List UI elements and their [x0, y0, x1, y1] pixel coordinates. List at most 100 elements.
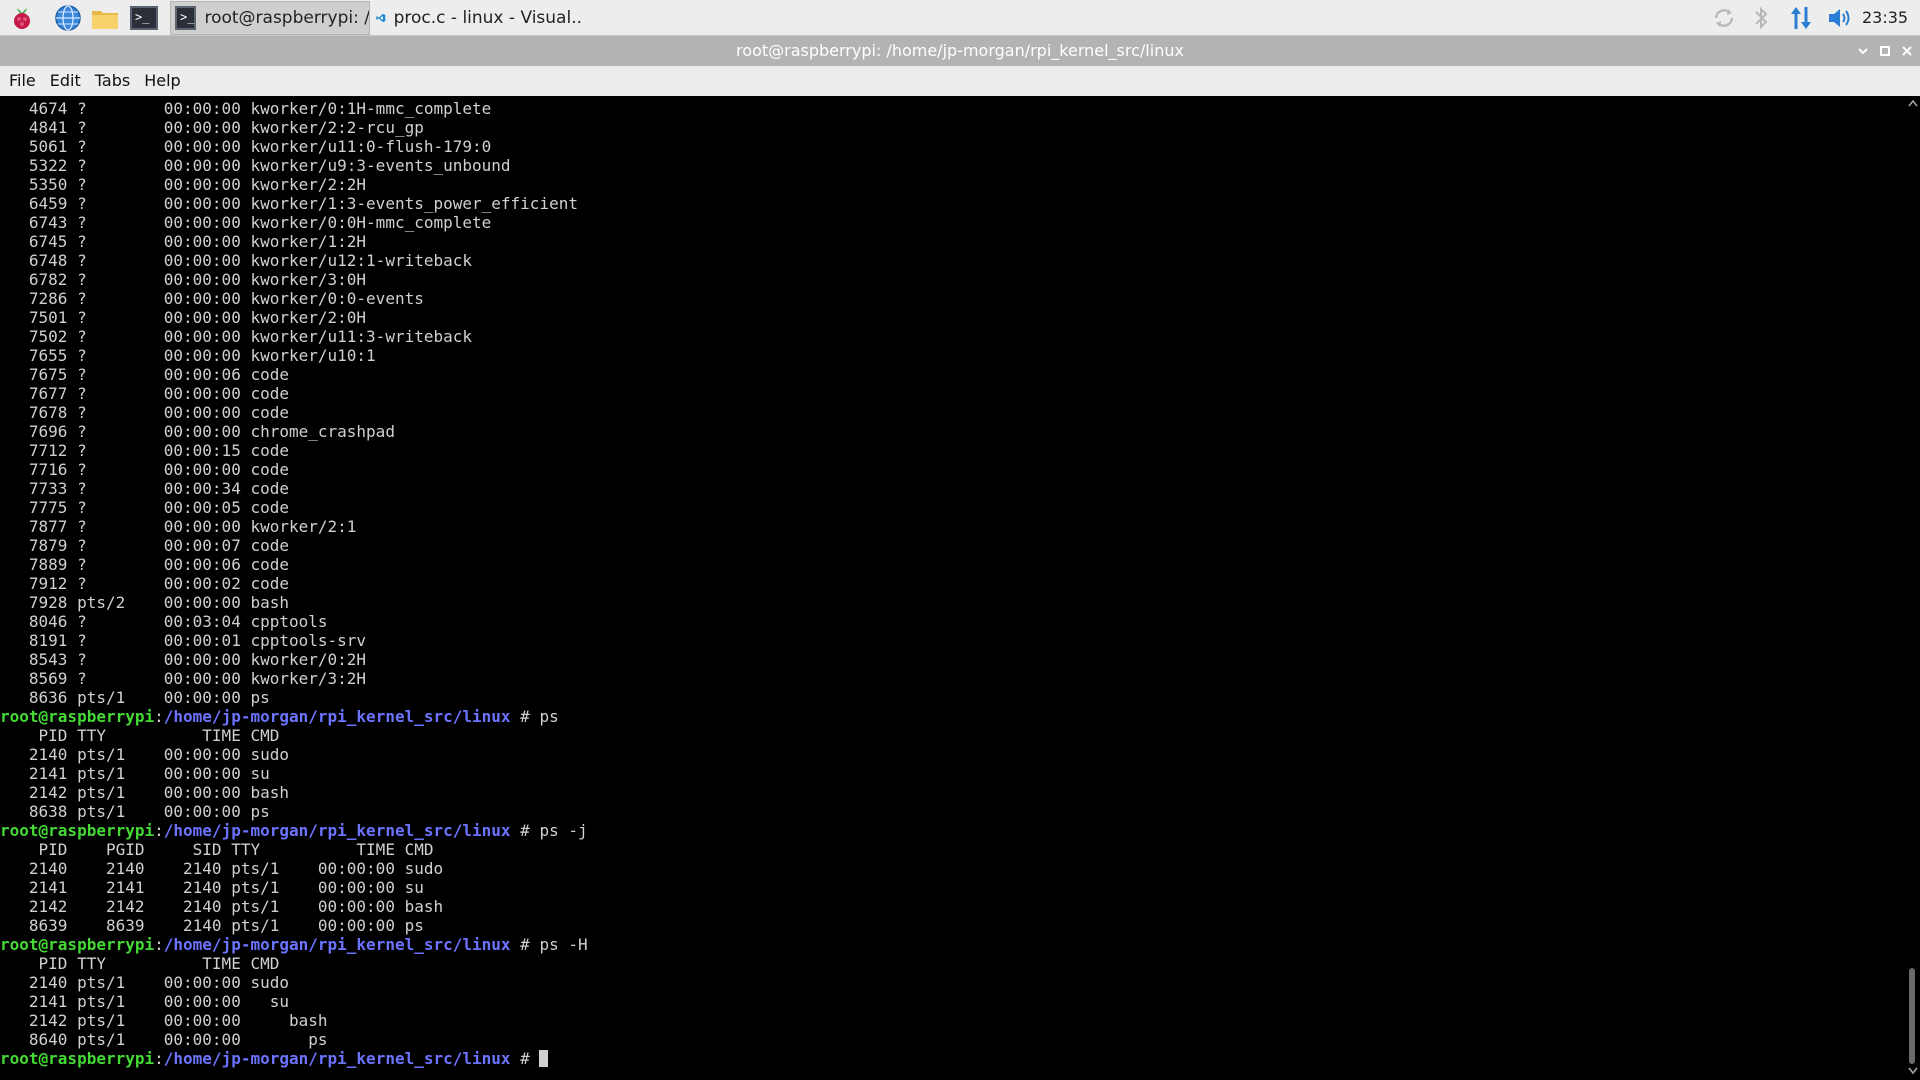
- prompt-symbol: #: [510, 821, 540, 840]
- file-manager-folder-icon[interactable]: [90, 3, 120, 33]
- close-button[interactable]: [1898, 42, 1916, 60]
- menu-bar: File Edit Tabs Help: [0, 66, 1920, 96]
- browser-globe-icon[interactable]: [53, 3, 83, 33]
- output-line: PID TTY TIME CMD: [0, 954, 280, 973]
- window-titlebar[interactable]: root@raspberrypi: /home/jp-morgan/rpi_ke…: [0, 36, 1920, 66]
- output-line: 8543 ? 00:00:00 kworker/0:2H: [0, 650, 367, 669]
- output-line: 7678 ? 00:00:00 code: [0, 403, 289, 422]
- chevron-down-icon: [1908, 1067, 1918, 1075]
- scroll-down-arrow[interactable]: [1906, 1064, 1920, 1078]
- prompt-user: root@raspberrypi: [0, 707, 155, 726]
- terminal-icon: >_: [175, 6, 197, 30]
- prompt-line: root@raspberrypi:/home/jp-morgan/rpi_ker…: [0, 707, 588, 726]
- taskbar: >_ >_ root@raspberrypi: /h.. proc.c - li…: [0, 0, 1920, 36]
- task-vscode-window[interactable]: proc.c - linux - Visual..: [372, 1, 582, 35]
- prompt-line: root@raspberrypi:/home/jp-morgan/rpi_ker…: [0, 821, 588, 840]
- output-line: 8640 pts/1 00:00:00 ps: [0, 1030, 328, 1049]
- output-line: 8639 8639 2140 pts/1 00:00:00 ps: [0, 916, 424, 935]
- task-label: proc.c - linux - Visual..: [393, 8, 582, 28]
- prompt-colon: :: [154, 707, 164, 726]
- network-transfer-icon[interactable]: [1787, 4, 1815, 32]
- prompt-colon: :: [154, 821, 164, 840]
- prompt-line: root@raspberrypi:/home/jp-morgan/rpi_ker…: [0, 935, 588, 954]
- output-line: 4841 ? 00:00:00 kworker/2:2-rcu_gp: [0, 118, 424, 137]
- menu-help[interactable]: Help: [137, 66, 187, 96]
- terminal-scrollbar[interactable]: [1906, 96, 1920, 1080]
- output-line: 7912 ? 00:00:02 code: [0, 574, 289, 593]
- command-text: ps: [539, 707, 559, 726]
- prompt-path: /home/jp-morgan/rpi_kernel_src/linux: [163, 821, 511, 840]
- output-line: 2141 2141 2140 pts/1 00:00:00 su: [0, 878, 424, 897]
- menu-file[interactable]: File: [0, 66, 43, 96]
- output-line: 7696 ? 00:00:00 chrome_crashpad: [0, 422, 395, 441]
- prompt-colon: :: [154, 1049, 164, 1068]
- output-line: 6743 ? 00:00:00 kworker/0:0H-mmc_complet…: [0, 213, 492, 232]
- prompt-user: root@raspberrypi: [0, 935, 155, 954]
- output-line: 8638 pts/1 00:00:00 ps: [0, 802, 270, 821]
- command-text: ps -H: [539, 935, 588, 954]
- minimize-button[interactable]: [1854, 42, 1872, 60]
- terminal-cursor: [539, 1050, 549, 1067]
- output-line: 5350 ? 00:00:00 kworker/2:2H: [0, 175, 367, 194]
- output-line: 7928 pts/2 00:00:00 bash: [0, 593, 289, 612]
- scroll-thumb[interactable]: [1909, 968, 1915, 1064]
- command-text: ps -j: [539, 821, 588, 840]
- terminal-icon[interactable]: >_: [129, 3, 159, 33]
- close-icon: [1902, 46, 1912, 56]
- output-line: 7877 ? 00:00:00 kworker/2:1: [0, 517, 357, 536]
- output-line: 8191 ? 00:00:01 cpptools-srv: [0, 631, 367, 650]
- output-line: 2141 pts/1 00:00:00 su: [0, 992, 289, 1011]
- prompt-colon: :: [154, 935, 164, 954]
- prompt-user: root@raspberrypi: [0, 821, 155, 840]
- output-line: 7655 ? 00:00:00 kworker/u10:1: [0, 346, 376, 365]
- output-line: 7889 ? 00:00:06 code: [0, 555, 289, 574]
- prompt-user: root@raspberrypi: [0, 1049, 155, 1068]
- sync-icon[interactable]: [1710, 4, 1738, 32]
- output-line: 7286 ? 00:00:00 kworker/0:0-events: [0, 289, 424, 308]
- output-line: 2140 pts/1 00:00:00 sudo: [0, 745, 289, 764]
- prompt-path: /home/jp-morgan/rpi_kernel_src/linux: [163, 935, 511, 954]
- output-line: 5322 ? 00:00:00 kworker/u9:3-events_unbo…: [0, 156, 511, 175]
- prompt-symbol: #: [510, 1049, 540, 1068]
- prompt-line: root@raspberrypi:/home/jp-morgan/rpi_ker…: [0, 1049, 588, 1068]
- output-line: 8046 ? 00:03:04 cpptools: [0, 612, 328, 631]
- menu-tabs[interactable]: Tabs: [88, 66, 137, 96]
- output-line: 6459 ? 00:00:00 kworker/1:3-events_power…: [0, 194, 578, 213]
- output-line: 5061 ? 00:00:00 kworker/u11:0-flush-179:…: [0, 137, 492, 156]
- volume-icon[interactable]: [1826, 4, 1854, 32]
- output-line: 2140 2140 2140 pts/1 00:00:00 sudo: [0, 859, 444, 878]
- output-line: 7675 ? 00:00:06 code: [0, 365, 289, 384]
- output-line: 7712 ? 00:00:15 code: [0, 441, 289, 460]
- output-line: 7879 ? 00:00:07 code: [0, 536, 289, 555]
- output-line: 6745 ? 00:00:00 kworker/1:2H: [0, 232, 367, 251]
- raspberry-menu-icon[interactable]: [7, 3, 37, 33]
- scroll-up-arrow[interactable]: [1906, 96, 1920, 110]
- output-line: PID PGID SID TTY TIME CMD: [0, 840, 434, 859]
- output-line: 2142 2142 2140 pts/1 00:00:00 bash: [0, 897, 444, 916]
- maximize-icon: [1880, 46, 1890, 56]
- output-line: 2141 pts/1 00:00:00 su: [0, 764, 270, 783]
- terminal-output[interactable]: 4674 ? 00:00:00 kworker/0:1H-mmc_complet…: [0, 96, 1906, 1080]
- task-terminal-window[interactable]: >_ root@raspberrypi: /h..: [170, 1, 370, 35]
- bluetooth-icon[interactable]: [1747, 4, 1775, 32]
- output-line: 6748 ? 00:00:00 kworker/u12:1-writeback: [0, 251, 473, 270]
- output-line: 8569 ? 00:00:00 kworker/3:2H: [0, 669, 367, 688]
- prompt-path: /home/jp-morgan/rpi_kernel_src/linux: [163, 1049, 511, 1068]
- prompt-symbol: #: [510, 935, 540, 954]
- task-label: root@raspberrypi: /h..: [204, 8, 370, 28]
- terminal-lines: 4674 ? 00:00:00 kworker/0:1H-mmc_complet…: [0, 99, 588, 1068]
- output-line: 2140 pts/1 00:00:00 sudo: [0, 973, 289, 992]
- output-line: 7502 ? 00:00:00 kworker/u11:3-writeback: [0, 327, 473, 346]
- maximize-button[interactable]: [1876, 42, 1894, 60]
- output-line: 2142 pts/1 00:00:00 bash: [0, 1011, 328, 1030]
- window-title: root@raspberrypi: /home/jp-morgan/rpi_ke…: [736, 41, 1184, 60]
- prompt-path: /home/jp-morgan/rpi_kernel_src/linux: [163, 707, 511, 726]
- output-line: 7733 ? 00:00:34 code: [0, 479, 289, 498]
- clock[interactable]: 23:35: [1862, 0, 1908, 36]
- output-line: 7775 ? 00:00:05 code: [0, 498, 289, 517]
- prompt-symbol: #: [510, 707, 540, 726]
- output-line: 7677 ? 00:00:00 code: [0, 384, 289, 403]
- output-line: 2142 pts/1 00:00:00 bash: [0, 783, 289, 802]
- menu-edit[interactable]: Edit: [43, 66, 88, 96]
- output-line: 7501 ? 00:00:00 kworker/2:0H: [0, 308, 367, 327]
